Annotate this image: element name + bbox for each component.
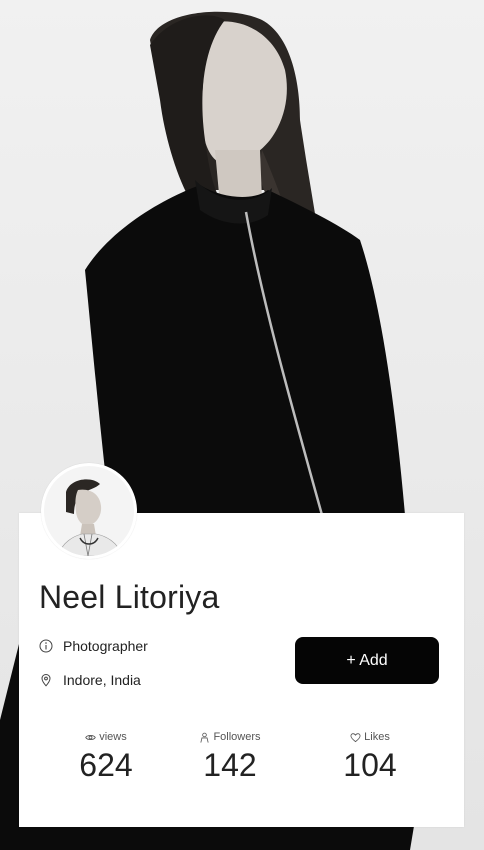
- location-row: Indore, India: [39, 672, 141, 688]
- stat-followers: Followers 142: [175, 729, 285, 784]
- stat-views: views 624: [51, 729, 161, 784]
- stat-likes-value: 104: [343, 747, 397, 783]
- stat-followers-value: 142: [203, 747, 257, 783]
- eye-icon: [85, 734, 96, 740]
- stat-views-value: 624: [79, 747, 133, 783]
- location-pin-icon: [41, 673, 51, 687]
- stats-row: views 624 Followers 142 Likes 104: [19, 729, 464, 789]
- profile-name: Neel Litoriya: [39, 579, 220, 615]
- profession-text: Photographer: [63, 638, 148, 654]
- avatar[interactable]: [41, 463, 137, 559]
- profession-row: Photographer: [39, 638, 148, 654]
- stat-likes-label: Likes: [364, 731, 390, 743]
- avatar-portrait: [44, 466, 134, 556]
- user-icon: [200, 732, 210, 743]
- stat-likes: Likes 104: [315, 729, 425, 784]
- heart-icon: [350, 732, 361, 742]
- profile-card: Neel Litoriya Photographer Indore, India…: [19, 513, 464, 827]
- location-text: Indore, India: [63, 672, 141, 688]
- stat-views-label: views: [99, 731, 127, 743]
- stat-followers-label: Followers: [213, 731, 261, 743]
- info-icon: [39, 639, 53, 653]
- add-button[interactable]: + Add: [295, 637, 439, 684]
